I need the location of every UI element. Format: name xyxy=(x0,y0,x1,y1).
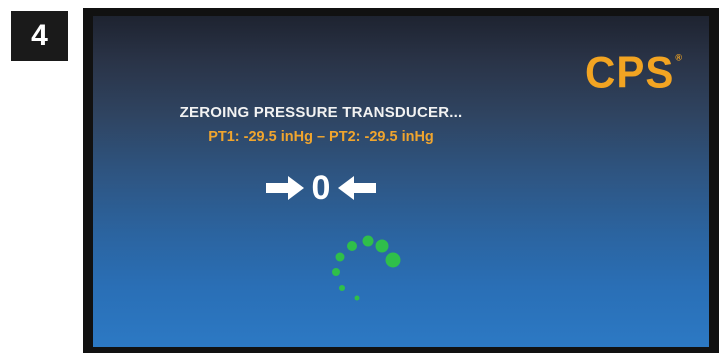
arrow-right-icon xyxy=(265,176,304,200)
spinner-dot xyxy=(362,235,374,247)
registered-mark: ® xyxy=(675,52,683,63)
spinner-dot xyxy=(339,285,345,291)
spinner-dot xyxy=(375,239,389,253)
spinner-dot xyxy=(335,252,345,262)
spinner-dot xyxy=(347,241,357,251)
logo-text: CPS xyxy=(585,47,675,98)
cps-logo: CPS® xyxy=(585,47,683,98)
arrow-left-icon xyxy=(338,176,377,200)
device-screen: CPS® ZEROING PRESSURE TRANSDUCER... PT1:… xyxy=(93,16,709,347)
zero-indicator: 0 xyxy=(93,171,549,205)
pressure-readout: PT1: -29.5 inHg – PT2: -29.5 inHg xyxy=(208,129,434,145)
step-number-badge: 4 xyxy=(11,11,68,61)
status-title: ZEROING PRESSURE TRANSDUCER... xyxy=(179,104,463,121)
spinner-dot xyxy=(354,295,360,301)
spinner-dot xyxy=(385,252,401,268)
zero-value: 0 xyxy=(311,169,331,207)
spinner-dot xyxy=(332,268,340,276)
loading-spinner-icon xyxy=(325,233,405,313)
